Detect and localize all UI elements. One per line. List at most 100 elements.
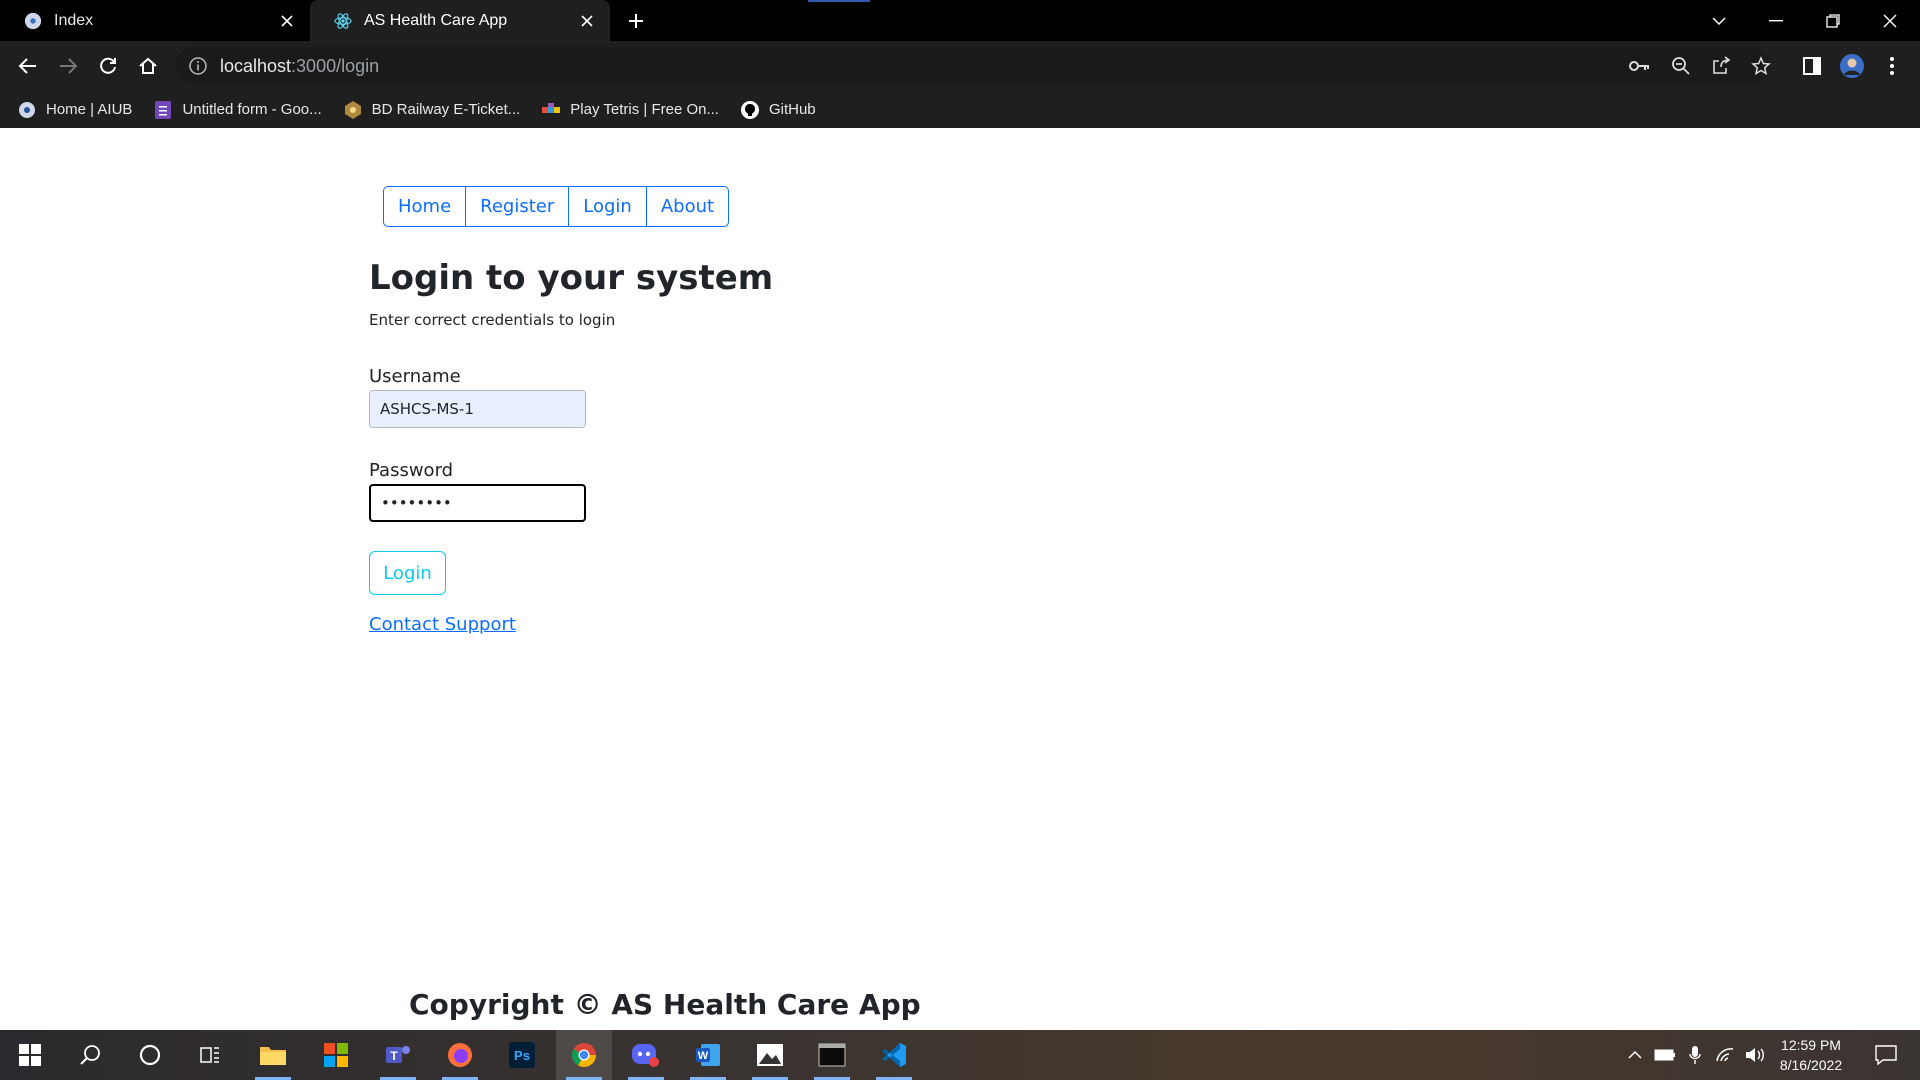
vscode-icon xyxy=(882,1043,906,1067)
github-icon xyxy=(740,100,759,119)
teams-icon: T xyxy=(386,1046,410,1063)
tray-wifi[interactable] xyxy=(1710,1030,1740,1080)
menu-button[interactable] xyxy=(1876,50,1908,82)
home-icon xyxy=(139,57,157,74)
star-icon[interactable] xyxy=(1749,54,1773,78)
nav-home[interactable]: Home xyxy=(384,187,467,226)
password-input[interactable] xyxy=(369,484,586,522)
side-panel-button[interactable] xyxy=(1796,50,1828,82)
taskbar-terminal[interactable] xyxy=(804,1030,860,1080)
react-logo-icon xyxy=(24,12,42,29)
minimize-button[interactable] xyxy=(1748,0,1804,41)
page-title: Login to your system xyxy=(369,258,774,298)
folder-icon xyxy=(260,1047,286,1065)
notifications-button[interactable] xyxy=(1866,1030,1906,1080)
bookmark-untitled-form[interactable]: Untitled form - Goo... xyxy=(154,100,322,119)
info-icon[interactable] xyxy=(188,56,208,76)
tab-drag-indicator xyxy=(808,0,870,2)
svg-text:Ps: Ps xyxy=(514,1048,530,1063)
search-button[interactable] xyxy=(62,1030,118,1080)
bookmark-label: Play Tetris | Free On... xyxy=(570,101,719,118)
taskbar-ms-store[interactable] xyxy=(308,1030,364,1080)
store-icon xyxy=(324,1043,348,1067)
cortana-button[interactable] xyxy=(122,1030,178,1080)
nav-about[interactable]: About xyxy=(647,187,728,226)
tray-overflow[interactable] xyxy=(1620,1030,1650,1080)
tab-title: Index xyxy=(54,11,94,29)
bookmark-label: BD Railway E-Ticket... xyxy=(371,101,521,118)
cortana-icon xyxy=(139,1044,161,1066)
taskbar-word[interactable]: W xyxy=(680,1030,736,1080)
bookmark-label: GitHub xyxy=(768,101,816,118)
clock-date: 8/16/2022 xyxy=(1779,1057,1843,1073)
tab-search-button[interactable] xyxy=(1691,0,1747,41)
notification-icon xyxy=(1875,1045,1897,1065)
tetris-icon xyxy=(542,101,561,119)
page-subtitle: Enter correct credentials to login xyxy=(369,311,616,329)
taskbar-photos[interactable] xyxy=(742,1030,798,1080)
browser-chrome: Index AS Health Care App localhost:3000/… xyxy=(0,0,1920,128)
taskbar-discord[interactable] xyxy=(618,1030,674,1080)
svg-text:T: T xyxy=(390,1049,398,1063)
profile-avatar[interactable] xyxy=(1836,50,1868,82)
windows-taskbar: T Ps W 12:59 PM 8/16/2022 xyxy=(0,1030,1920,1080)
start-button[interactable] xyxy=(2,1030,58,1080)
footer-copyright: Copyright © AS Health Care App xyxy=(409,988,921,1021)
tray-microphone[interactable] xyxy=(1680,1030,1710,1080)
plus-icon xyxy=(629,14,643,28)
forward-button[interactable] xyxy=(52,50,84,82)
tab-title: AS Health Care App xyxy=(364,11,508,29)
close-icon[interactable] xyxy=(578,12,596,30)
bookmark-github[interactable]: GitHub xyxy=(740,100,816,119)
arrow-left-icon xyxy=(18,58,36,74)
tab-index[interactable]: Index xyxy=(0,0,310,41)
url-path: :3000/login xyxy=(291,55,380,76)
bookmark-play-tetris[interactable]: Play Tetris | Free On... xyxy=(542,101,719,119)
taskbar-vscode[interactable] xyxy=(866,1030,922,1080)
contact-support-link[interactable]: Contact Support xyxy=(369,614,516,635)
taskbar-chrome[interactable] xyxy=(556,1030,612,1080)
bookmark-bd-railway[interactable]: BD Railway E-Ticket... xyxy=(344,100,521,119)
taskbar-photoshop[interactable]: Ps xyxy=(494,1030,550,1080)
reload-button[interactable] xyxy=(92,50,124,82)
back-button[interactable] xyxy=(12,50,44,82)
tab-as-health-care-app[interactable]: AS Health Care App xyxy=(310,0,610,41)
main-nav: Home Register Login About xyxy=(383,186,730,227)
bookmark-label: Home | AIUB xyxy=(46,101,133,118)
password-key-icon[interactable] xyxy=(1628,54,1652,78)
wifi-icon xyxy=(1716,1048,1734,1062)
clock-time: 12:59 PM xyxy=(1781,1037,1841,1053)
kebab-menu-icon xyxy=(1890,57,1894,75)
url-host: localhost xyxy=(220,55,292,76)
close-window-button[interactable] xyxy=(1862,0,1918,41)
tab-strip: Index AS Health Care App xyxy=(0,0,1920,41)
firefox-icon xyxy=(448,1043,472,1067)
task-view-button[interactable] xyxy=(182,1030,238,1080)
terminal-icon xyxy=(818,1043,846,1067)
word-icon: W xyxy=(696,1044,720,1066)
railway-icon xyxy=(344,100,362,119)
search-icon xyxy=(80,1045,100,1065)
windows-logo-icon xyxy=(19,1044,41,1066)
address-bar[interactable]: localhost:3000/login xyxy=(176,47,1773,85)
new-tab-button[interactable] xyxy=(622,8,650,34)
taskbar-teams[interactable]: T xyxy=(370,1030,426,1080)
tray-battery[interactable] xyxy=(1650,1030,1680,1080)
close-icon[interactable] xyxy=(278,12,296,30)
restore-button[interactable] xyxy=(1805,0,1861,41)
taskbar-firefox[interactable] xyxy=(432,1030,488,1080)
zoom-icon[interactable] xyxy=(1669,54,1693,78)
nav-login[interactable]: Login xyxy=(569,187,647,226)
login-button[interactable]: Login xyxy=(369,551,446,595)
bookmark-home-aiub[interactable]: Home | AIUB xyxy=(18,101,132,119)
google-forms-icon xyxy=(154,100,172,119)
home-button[interactable] xyxy=(132,50,164,82)
avatar xyxy=(1840,54,1864,78)
share-icon[interactable] xyxy=(1709,54,1733,78)
taskbar-file-explorer[interactable] xyxy=(245,1030,301,1080)
chrome-icon xyxy=(571,1043,596,1068)
username-input[interactable] xyxy=(369,390,586,428)
restore-icon xyxy=(1826,13,1840,28)
nav-register[interactable]: Register xyxy=(466,187,570,226)
taskbar-clock[interactable]: 12:59 PM 8/16/2022 xyxy=(1766,1035,1856,1075)
